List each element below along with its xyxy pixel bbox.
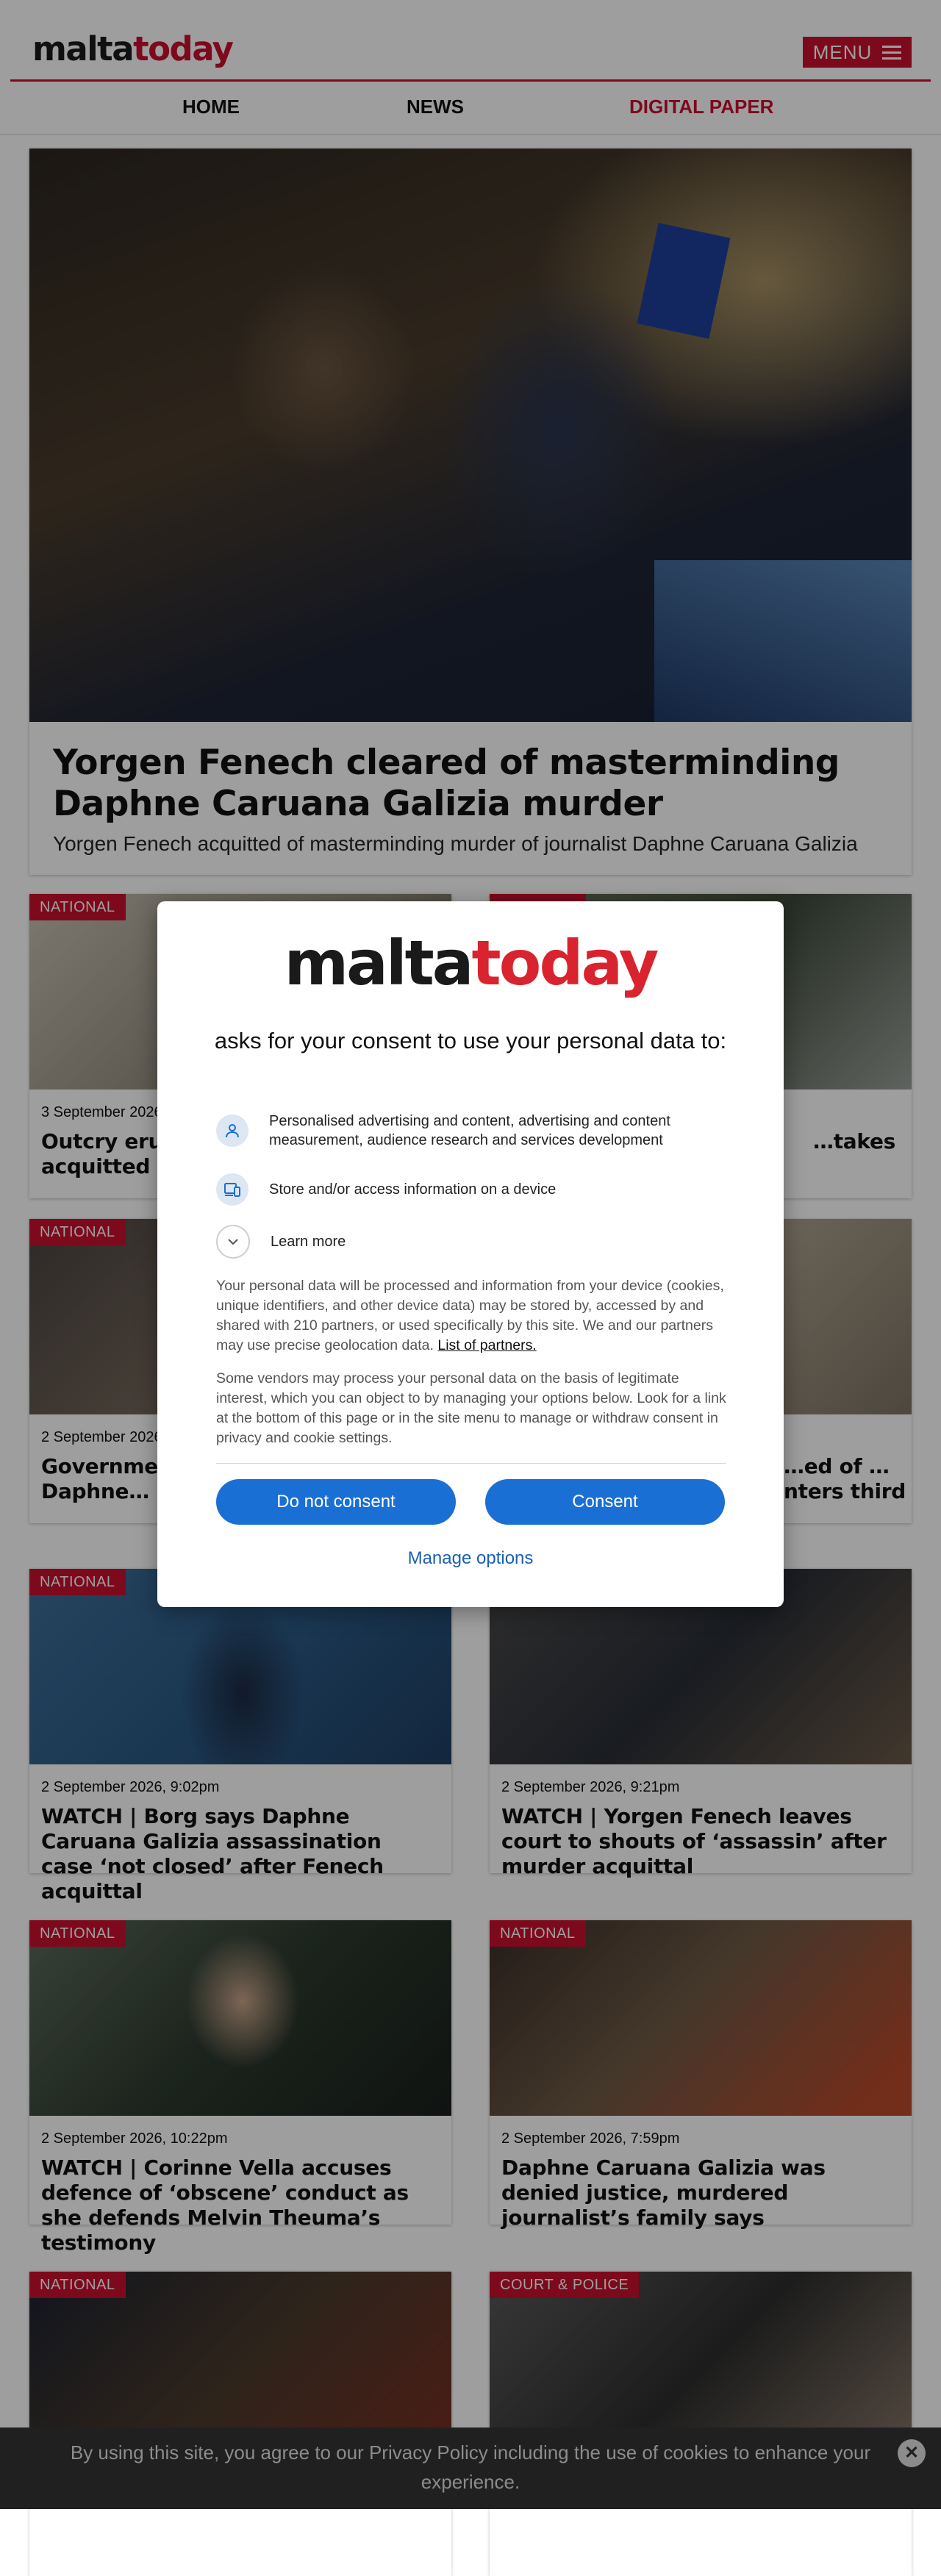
purpose-store-access: Store and/or access information on a dev… [216,1173,731,1206]
partners-link[interactable]: List of partners. [437,1337,536,1353]
consent-dialog: maltatoday asks for your consent to use … [157,901,784,1607]
device-icon [216,1173,248,1206]
consent-body-processing: Your personal data will be processed and… [216,1276,731,1356]
learn-more-toggle[interactable]: Learn more [216,1225,731,1259]
cookie-bar: By using this site, you agree to our Pri… [0,2427,941,2509]
learn-more-label[interactable]: Learn more [271,1232,346,1251]
chevron-down-icon[interactable] [216,1225,250,1259]
consent-button[interactable]: Consent [485,1479,725,1525]
consent-logo: maltatoday [157,932,784,994]
consent-logo-today: today [471,927,659,999]
manage-options-link[interactable]: Manage options [157,1548,784,1569]
purpose-label: Store and/or access information on a dev… [269,1181,557,1198]
purpose-label: Personalised advertising and content, ad… [269,1113,670,1148]
consent-body-legitimate-interest: Some vendors may process your personal d… [216,1370,726,1446]
do-not-consent-button[interactable]: Do not consent [216,1479,456,1525]
consent-logo-malta: malta [284,927,474,999]
purpose-personalised-ads: Personalised advertising and content, ad… [216,1112,731,1150]
consent-divider [216,1463,726,1464]
close-icon[interactable]: ✕ [898,2439,926,2467]
consent-heading: asks for your consent to use your person… [214,1028,727,1053]
person-icon [216,1115,248,1147]
cookie-message: By using this site, you agree to our Pri… [70,2441,871,2493]
